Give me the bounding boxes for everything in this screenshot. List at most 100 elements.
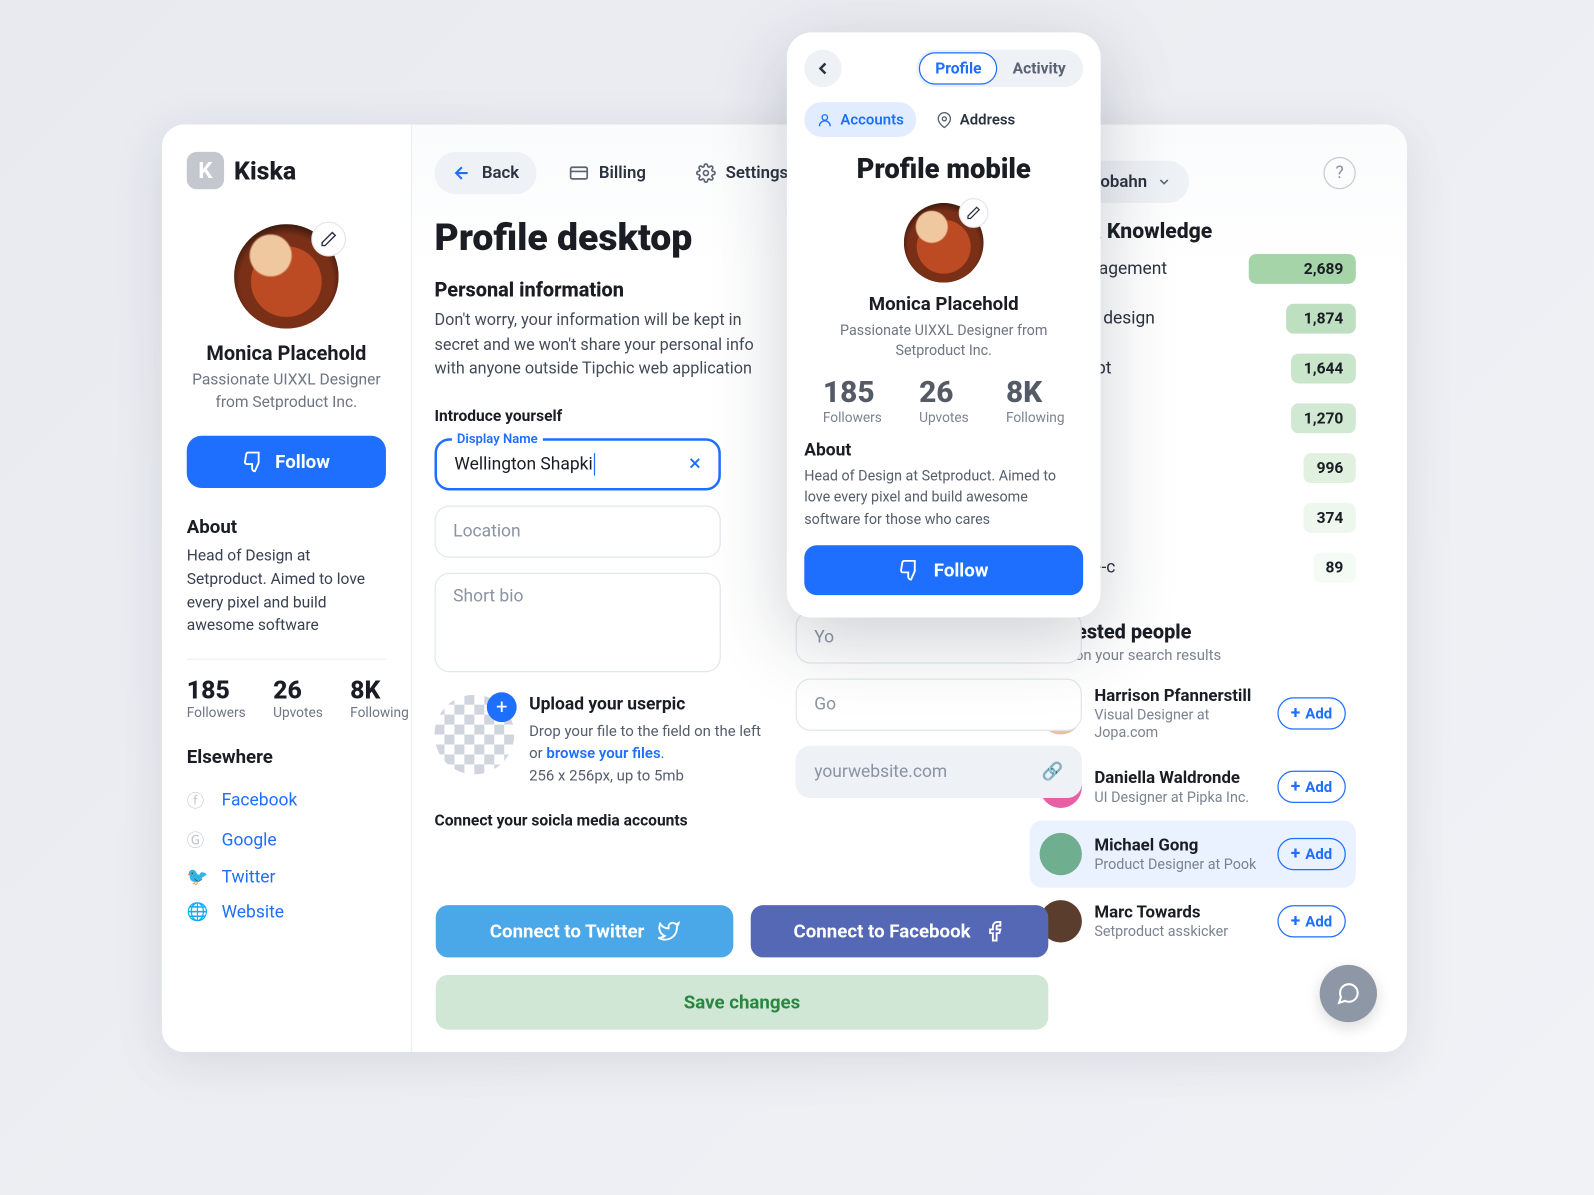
- person-role: Visual Designer at Jopa.com: [1094, 706, 1264, 741]
- seg-profile[interactable]: Profile: [919, 52, 998, 84]
- suggested-person[interactable]: Michael GongProduct Designer at Pook+ Ad…: [1030, 820, 1356, 887]
- about-heading: About: [187, 515, 386, 537]
- browse-files-link[interactable]: browse your files: [546, 744, 660, 761]
- connect-twitter-button[interactable]: Connect to Twitter: [436, 905, 734, 957]
- website-field[interactable]: yourwebsite.com 🔗: [796, 746, 1082, 798]
- facebook-icon: [983, 920, 1005, 942]
- twitter-icon: [657, 920, 679, 942]
- tab-accounts[interactable]: Accounts: [804, 102, 916, 137]
- link-website[interactable]: 🌐Website: [187, 895, 386, 930]
- help-button[interactable]: ?: [1323, 157, 1355, 189]
- person-name: Michael Gong: [1094, 835, 1256, 855]
- page-title: Profile desktop: [435, 217, 774, 261]
- text-caret: [594, 453, 595, 475]
- connect-label: Connect your soicla media accounts: [435, 811, 774, 830]
- connect-buttons-row: Connect to Twitter Connect to Facebook: [436, 905, 1049, 957]
- introduce-label: Introduce yourself: [435, 406, 774, 425]
- back-button[interactable]: Back: [435, 152, 537, 194]
- social-field-go[interactable]: Go: [796, 679, 1082, 731]
- mobile-topbar: Profile Activity: [804, 50, 1083, 87]
- brand: K Kiska: [187, 152, 386, 189]
- stat-following: 8KFollowing: [350, 675, 409, 721]
- seg-activity[interactable]: Activity: [998, 52, 1081, 84]
- mobile-avatar-edit[interactable]: [959, 198, 989, 228]
- link-twitter[interactable]: 🐦Twitter: [187, 860, 386, 895]
- upload-title: Upload your userpic: [529, 694, 773, 714]
- add-person-button[interactable]: + Add: [1277, 838, 1346, 870]
- mobile-avatar-wrap: [904, 203, 984, 283]
- person-name: Monica Placehold: [187, 341, 386, 365]
- tab-address[interactable]: Address: [924, 102, 1028, 137]
- skill-badge: 996: [1304, 453, 1356, 483]
- mobile-person-name: Monica Placehold: [804, 293, 1083, 315]
- person-role: UI Designer at Pipka Inc.: [1094, 788, 1249, 805]
- person-name: Harrison Pfannerstill: [1094, 686, 1264, 706]
- chevron-left-icon: [813, 59, 833, 79]
- brand-logo: K: [187, 152, 224, 189]
- add-person-button[interactable]: + Add: [1277, 905, 1346, 937]
- avatar-wrap: [234, 224, 339, 329]
- upload-plus-icon: +: [487, 692, 517, 722]
- mobile-about-heading: About: [804, 441, 1083, 461]
- bottom-actions: Connect to Twitter Connect to Facebook S…: [436, 888, 1049, 1030]
- pencil-icon: [320, 230, 337, 247]
- section-subtitle: Don't worry, your information will be ke…: [435, 309, 774, 382]
- chat-icon: [1336, 981, 1361, 1006]
- skill-badge: 89: [1313, 553, 1356, 583]
- suggested-person[interactable]: Marc TowardsSetproduct asskicker+ Add: [1030, 888, 1356, 955]
- topbar: Back Billing Settings: [435, 152, 774, 194]
- link-icon: 🔗: [1042, 762, 1064, 782]
- thumbs-down-icon: [243, 451, 265, 473]
- connect-facebook-button[interactable]: Connect to Facebook: [751, 905, 1049, 957]
- link-google[interactable]: ⒼGoogle: [187, 820, 386, 860]
- bio-field[interactable]: Short bio: [435, 572, 721, 672]
- social-field-yo[interactable]: Yo: [796, 611, 1082, 663]
- m-stat-upvotes: 26Upvotes: [919, 375, 969, 426]
- m-stat-followers: 185Followers: [823, 375, 882, 426]
- avatar-edit-button[interactable]: [311, 222, 346, 257]
- chat-fab[interactable]: [1320, 965, 1377, 1022]
- section-title: Personal information: [435, 278, 774, 302]
- brand-name: Kiska: [234, 156, 296, 186]
- mobile-segmented[interactable]: Profile Activity: [917, 50, 1084, 87]
- thumbs-down-icon: [899, 559, 921, 581]
- google-icon: Ⓖ: [187, 828, 207, 853]
- twitter-icon: 🐦: [187, 868, 207, 888]
- display-name-field[interactable]: Display Name Wellington Shapki ×: [435, 438, 721, 490]
- upload-row: + Upload your userpic Drop your file to …: [435, 694, 774, 786]
- arrow-left-icon: [452, 163, 472, 183]
- mobile-person-sub: Passionate UIXXL Designer from Setproduc…: [804, 320, 1083, 360]
- clear-input-button[interactable]: ×: [689, 451, 701, 477]
- gear-icon: [696, 163, 716, 183]
- profile-desktop-card: K Kiska Monica Placehold Passionate UIXX…: [162, 125, 1407, 1053]
- add-person-button[interactable]: + Add: [1277, 771, 1346, 803]
- globe-icon: 🌐: [187, 903, 207, 923]
- pin-icon: [936, 111, 952, 127]
- skill-badge: 1,644: [1291, 354, 1355, 384]
- mobile-title: Profile mobile: [804, 154, 1083, 185]
- pencil-icon: [966, 205, 981, 220]
- billing-nav[interactable]: Billing: [552, 152, 664, 194]
- save-button[interactable]: Save changes: [436, 975, 1049, 1030]
- stat-upvotes: 26Upvotes: [273, 675, 323, 721]
- display-name-value: Wellington Shapki: [454, 454, 592, 474]
- facebook-icon: ⓕ: [187, 788, 207, 813]
- elsewhere-links: ⓕFacebook ⒼGoogle 🐦Twitter 🌐Website: [187, 781, 386, 930]
- profile-mobile-card: Profile Activity Accounts Address Profil…: [787, 32, 1101, 617]
- location-field[interactable]: Location: [435, 505, 721, 557]
- stat-followers: 185Followers: [187, 675, 246, 721]
- add-person-button[interactable]: + Add: [1277, 697, 1346, 729]
- mobile-tabs: Accounts Address: [804, 102, 1083, 137]
- elsewhere-heading: Elsewhere: [187, 746, 386, 768]
- mobile-follow-button[interactable]: Follow: [804, 545, 1083, 595]
- link-facebook[interactable]: ⓕFacebook: [187, 781, 386, 821]
- person-name: Daniella Waldronde: [1094, 768, 1249, 788]
- divider: [187, 659, 386, 660]
- upload-subtitle: Drop your file to the field on the left …: [529, 719, 773, 786]
- mobile-back-button[interactable]: [804, 50, 841, 87]
- follow-button[interactable]: Follow: [187, 436, 386, 488]
- mobile-stats: 185Followers 26Upvotes 8KFollowing: [804, 375, 1083, 426]
- upload-dropzone[interactable]: +: [435, 694, 515, 774]
- upload-text: Upload your userpic Drop your file to th…: [529, 694, 773, 786]
- person-avatar: [1040, 833, 1082, 875]
